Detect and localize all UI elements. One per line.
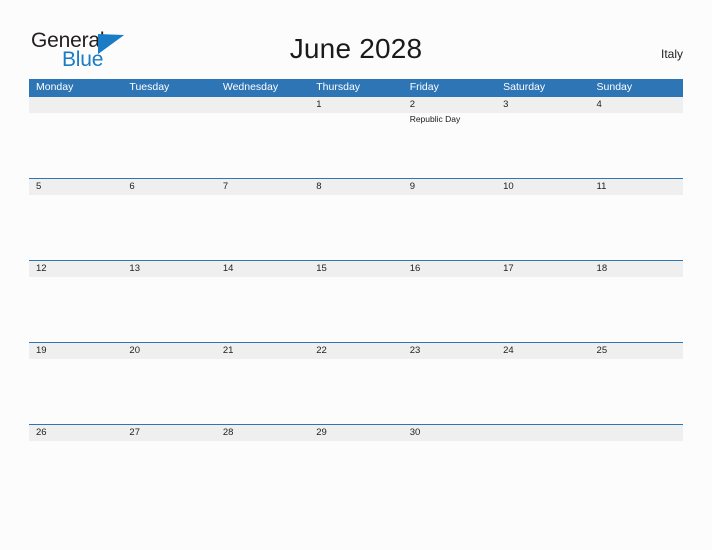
calendar-page: General Blue June 2028 Italy Monday Tues…: [0, 0, 712, 550]
weekday-header-thursday: Thursday: [316, 81, 361, 93]
day-number[interactable]: 24: [496, 343, 589, 359]
day-number[interactable]: 11: [590, 179, 683, 195]
weekday-header-saturday: Saturday: [503, 81, 546, 93]
day-number[interactable]: [216, 97, 309, 113]
day-cell[interactable]: [403, 195, 496, 260]
day-number[interactable]: 5: [29, 179, 122, 195]
day-cell[interactable]: [590, 113, 683, 178]
weekday-header-monday: Monday: [36, 81, 74, 93]
day-cell[interactable]: [216, 277, 309, 342]
day-cell[interactable]: [496, 359, 589, 424]
day-cell[interactable]: [29, 113, 122, 178]
weekday-header-wednesday: Wednesday: [222, 81, 279, 93]
weekday-header-row: Monday Tuesday Wednesday Thursday Friday…: [29, 79, 683, 96]
day-number[interactable]: 21: [216, 343, 309, 359]
day-number[interactable]: [122, 97, 215, 113]
week-daynumber-band: 19 20 21 22 23 24 25: [29, 343, 683, 359]
day-cell[interactable]: [403, 359, 496, 424]
day-cell[interactable]: [590, 441, 683, 506]
day-number[interactable]: 3: [496, 97, 589, 113]
day-cell[interactable]: [29, 277, 122, 342]
day-number[interactable]: 23: [403, 343, 496, 359]
day-number[interactable]: 29: [309, 425, 402, 441]
day-cell[interactable]: [122, 277, 215, 342]
day-number[interactable]: 9: [403, 179, 496, 195]
day-cell[interactable]: [122, 113, 215, 178]
day-cell[interactable]: [309, 441, 402, 506]
day-cell[interactable]: [309, 113, 402, 178]
day-cell[interactable]: [216, 441, 309, 506]
day-number[interactable]: 26: [29, 425, 122, 441]
day-cell[interactable]: [216, 113, 309, 178]
day-cell[interactable]: [496, 441, 589, 506]
calendar-week-row: 1 2 3 4 Republic Day: [29, 96, 683, 178]
week-daynumber-band: 26 27 28 29 30: [29, 425, 683, 441]
day-number[interactable]: [496, 425, 589, 441]
week-event-band: [29, 277, 683, 342]
day-number[interactable]: 28: [216, 425, 309, 441]
week-event-band: Republic Day: [29, 113, 683, 178]
week-event-band: [29, 195, 683, 260]
day-cell[interactable]: [29, 359, 122, 424]
day-number[interactable]: 17: [496, 261, 589, 277]
day-cell[interactable]: [122, 195, 215, 260]
day-number[interactable]: 18: [590, 261, 683, 277]
day-cell[interactable]: [590, 277, 683, 342]
day-number[interactable]: 14: [216, 261, 309, 277]
day-number[interactable]: 8: [309, 179, 402, 195]
weekday-header-tuesday: Tuesday: [129, 81, 170, 93]
day-cell[interactable]: [122, 441, 215, 506]
day-cell[interactable]: Republic Day: [403, 113, 496, 178]
day-cell[interactable]: [590, 195, 683, 260]
day-number[interactable]: 4: [590, 97, 683, 113]
day-number[interactable]: 10: [496, 179, 589, 195]
day-number[interactable]: 20: [122, 343, 215, 359]
day-cell[interactable]: [309, 195, 402, 260]
week-daynumber-band: 5 6 7 8 9 10 11: [29, 179, 683, 195]
weekday-header-friday: Friday: [409, 81, 439, 93]
day-number[interactable]: [590, 425, 683, 441]
day-cell[interactable]: [496, 195, 589, 260]
day-number[interactable]: 16: [403, 261, 496, 277]
day-cell[interactable]: [309, 359, 402, 424]
day-cell[interactable]: [29, 195, 122, 260]
day-number[interactable]: 25: [590, 343, 683, 359]
calendar-week-row: 26 27 28 29 30: [29, 424, 683, 506]
day-cell[interactable]: [216, 359, 309, 424]
page-header: General Blue June 2028 Italy: [0, 0, 712, 78]
day-number[interactable]: 19: [29, 343, 122, 359]
day-number[interactable]: 30: [403, 425, 496, 441]
day-number[interactable]: 13: [122, 261, 215, 277]
day-cell[interactable]: [403, 277, 496, 342]
day-number[interactable]: [29, 97, 122, 113]
day-cell[interactable]: [309, 277, 402, 342]
day-cell[interactable]: [496, 113, 589, 178]
calendar-week-row: 19 20 21 22 23 24 25: [29, 342, 683, 424]
day-number[interactable]: 2: [403, 97, 496, 113]
day-cell[interactable]: [122, 359, 215, 424]
day-cell[interactable]: [216, 195, 309, 260]
day-number[interactable]: 22: [309, 343, 402, 359]
day-number[interactable]: 15: [309, 261, 402, 277]
country-label: Italy: [660, 47, 683, 61]
day-cell[interactable]: [403, 441, 496, 506]
day-number[interactable]: 12: [29, 261, 122, 277]
day-cell[interactable]: [29, 441, 122, 506]
week-daynumber-band: 1 2 3 4: [29, 97, 683, 113]
event-label: Republic Day: [409, 114, 461, 124]
week-daynumber-band: 12 13 14 15 16 17 18: [29, 261, 683, 277]
day-cell[interactable]: [590, 359, 683, 424]
calendar-week-row: 12 13 14 15 16 17 18: [29, 260, 683, 342]
day-number[interactable]: 27: [122, 425, 215, 441]
week-event-band: [29, 441, 683, 506]
day-number[interactable]: 1: [309, 97, 402, 113]
calendar-week-row: 5 6 7 8 9 10 11: [29, 178, 683, 260]
page-title: June 2028: [289, 33, 423, 64]
day-number[interactable]: 6: [122, 179, 215, 195]
day-number[interactable]: 7: [216, 179, 309, 195]
week-event-band: [29, 359, 683, 424]
calendar-table: Monday Tuesday Wednesday Thursday Friday…: [29, 79, 683, 506]
weekday-header-sunday: Sunday: [596, 81, 633, 93]
day-cell[interactable]: [496, 277, 589, 342]
